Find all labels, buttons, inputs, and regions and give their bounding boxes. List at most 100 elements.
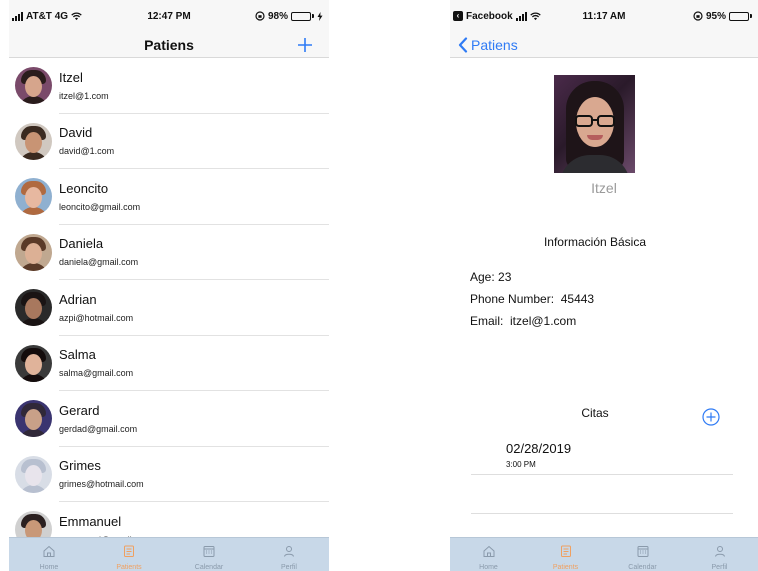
tab-bar: Home Patients Calendar Perfil bbox=[450, 537, 758, 571]
patient-email: azpi@hotmail.com bbox=[59, 312, 134, 323]
patient-row[interactable]: David david@1.com bbox=[9, 114, 329, 170]
appointment-time: 3:00 PM bbox=[506, 460, 536, 469]
profile-icon bbox=[284, 546, 294, 557]
tab-patients[interactable]: Patients bbox=[89, 538, 169, 571]
patient-name: Gerard bbox=[59, 402, 100, 418]
tab-calendar[interactable]: Calendar bbox=[169, 538, 249, 571]
tab-perfil[interactable]: Perfil bbox=[249, 538, 329, 571]
divider bbox=[471, 513, 733, 514]
patients-list-screen: AT&T 4G 12:47 PM 98% Patiens Itzel itzel@… bbox=[9, 0, 329, 571]
avatar bbox=[15, 233, 52, 271]
status-right: 95% bbox=[693, 11, 752, 22]
patient-row[interactable]: Daniela daniela@gmail.com bbox=[9, 225, 329, 281]
tab-label: Perfil bbox=[711, 564, 728, 571]
phone-label: Phone Number: bbox=[470, 292, 555, 306]
tab-label: Home bbox=[479, 564, 498, 571]
patient-email: david@1.com bbox=[59, 146, 115, 157]
calendar-icon bbox=[637, 546, 648, 557]
patients-icon bbox=[560, 545, 571, 557]
back-to-app-label[interactable]: Facebook bbox=[466, 11, 513, 22]
add-patient-button[interactable] bbox=[295, 32, 315, 58]
patient-row-text: Adrian azpi@hotmail.com bbox=[59, 291, 133, 325]
age-row: Age: 23 bbox=[470, 270, 511, 284]
home-icon bbox=[483, 545, 494, 557]
charging-bolt-icon bbox=[317, 11, 323, 21]
back-button[interactable]: Patiens bbox=[458, 32, 518, 58]
patient-name: Daniela bbox=[59, 236, 104, 252]
patient-row[interactable]: Gerard gerdad@gmail.com bbox=[9, 391, 329, 447]
avatar bbox=[15, 455, 52, 493]
patient-name: Itzel bbox=[59, 69, 83, 85]
age-value: 23 bbox=[498, 270, 512, 284]
patient-detail-screen: ‹ Facebook 11:17 AM 95% Patiens Itzel In… bbox=[450, 0, 758, 571]
chevron-left-icon bbox=[458, 37, 468, 53]
patient-name: Leoncito bbox=[59, 180, 109, 196]
rotation-lock-icon bbox=[255, 11, 265, 21]
tab-label: Calendar bbox=[194, 564, 224, 571]
tab-label: Patients bbox=[552, 564, 579, 571]
patient-name: David bbox=[59, 125, 93, 141]
patient-row[interactable]: Adrian azpi@hotmail.com bbox=[9, 280, 329, 336]
phone-row: Phone Number: 45443 bbox=[470, 292, 594, 306]
tab-label: Home bbox=[39, 564, 59, 571]
home-icon bbox=[43, 545, 55, 557]
battery-icon bbox=[729, 11, 752, 21]
signal-icon bbox=[12, 11, 23, 21]
patient-email: grimes@hotmail.com bbox=[59, 479, 144, 490]
tab-label: Calendar bbox=[628, 564, 657, 571]
tab-label: Patients bbox=[116, 564, 142, 571]
patient-email: daniela@gmail.com bbox=[59, 257, 139, 268]
tab-perfil[interactable]: Perfil bbox=[681, 538, 758, 571]
back-to-app-icon: ‹ bbox=[453, 11, 463, 21]
nav-bar: Patiens bbox=[9, 32, 329, 58]
avatar bbox=[15, 289, 52, 327]
patient-row[interactable]: Itzel itzel@1.com bbox=[9, 58, 329, 114]
patient-row-text: Gerard gerdad@gmail.com bbox=[59, 402, 137, 436]
avatar bbox=[15, 178, 52, 216]
email-value: itzel@1.com bbox=[510, 314, 577, 328]
patient-list: Itzel itzel@1.com David david@1.com Leoncito… bbox=[9, 58, 329, 558]
status-left: ‹ Facebook bbox=[453, 11, 541, 22]
patient-name: Grimes bbox=[59, 458, 101, 474]
wifi-icon bbox=[529, 12, 541, 20]
tab-home[interactable]: Home bbox=[9, 538, 89, 571]
email-row: Email: itzel@1.com bbox=[470, 314, 576, 328]
age-label: Age: bbox=[470, 270, 495, 284]
tab-home[interactable]: Home bbox=[450, 538, 527, 571]
avatar bbox=[15, 67, 52, 105]
basic-info-title: Información Básica bbox=[543, 235, 647, 249]
profile-icon bbox=[714, 546, 725, 557]
avatar bbox=[15, 400, 52, 438]
appointment-date[interactable]: 02/28/2019 bbox=[506, 441, 571, 456]
patient-email: salma@gmail.com bbox=[59, 368, 134, 379]
calendar-icon bbox=[203, 546, 215, 557]
rotation-lock-icon bbox=[693, 11, 703, 21]
patient-row-text: Grimes grimes@hotmail.com bbox=[59, 457, 144, 491]
page-title: Patiens bbox=[144, 36, 194, 53]
patient-name: Emmanuel bbox=[59, 513, 122, 529]
back-button-label: Patiens bbox=[471, 37, 518, 53]
phone-value: 45443 bbox=[560, 292, 595, 306]
avatar bbox=[15, 344, 52, 382]
tab-label: Perfil bbox=[281, 564, 297, 571]
status-bar: AT&T 4G 12:47 PM 98% bbox=[9, 0, 329, 32]
patient-email: itzel@1.com bbox=[59, 90, 109, 101]
patient-photo bbox=[554, 75, 635, 173]
patient-row[interactable]: Grimes grimes@hotmail.com bbox=[9, 447, 329, 503]
plus-icon bbox=[298, 38, 312, 52]
nav-bar: Patiens bbox=[450, 32, 758, 58]
patient-row[interactable]: Salma salma@gmail.com bbox=[9, 336, 329, 392]
status-left: AT&T 4G bbox=[12, 11, 82, 22]
tab-patients[interactable]: Patients bbox=[527, 538, 604, 571]
avatar bbox=[15, 122, 52, 160]
patient-name: Salma bbox=[59, 347, 96, 363]
tab-bar: Home Patients Calendar Perfil bbox=[9, 537, 329, 571]
patient-email: gerdad@gmail.com bbox=[59, 423, 138, 434]
status-bar: ‹ Facebook 11:17 AM 95% bbox=[450, 0, 758, 32]
tab-calendar[interactable]: Calendar bbox=[604, 538, 681, 571]
patient-row[interactable]: Leoncito leoncito@gmail.com bbox=[9, 169, 329, 225]
patient-row-text: David david@1.com bbox=[59, 124, 114, 158]
patient-name: Itzel bbox=[591, 180, 617, 196]
patient-row-text: Leoncito leoncito@gmail.com bbox=[59, 180, 140, 214]
add-appointment-button[interactable] bbox=[702, 408, 720, 426]
